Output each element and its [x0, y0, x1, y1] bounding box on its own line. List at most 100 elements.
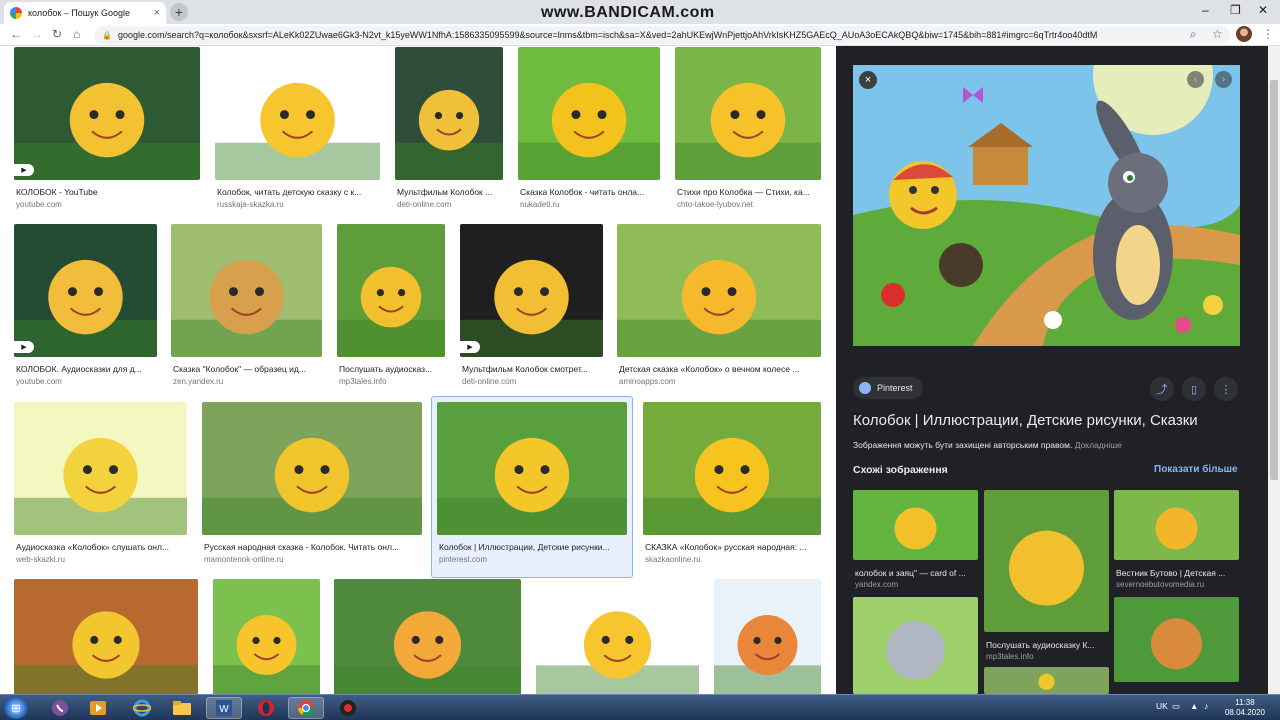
- related-image[interactable]: [1114, 597, 1239, 682]
- image-result[interactable]: Колобок | Иллюстрации, Детские рисунки..…: [431, 396, 633, 578]
- result-title[interactable]: КОЛОБОК. Аудиосказки для д...: [16, 364, 157, 374]
- related-image[interactable]: [1114, 490, 1239, 560]
- taskbar-bandicam[interactable]: [330, 697, 366, 719]
- result-thumbnail[interactable]: [536, 579, 699, 694]
- result-thumbnail[interactable]: [675, 47, 821, 180]
- next-image-icon[interactable]: ›: [1215, 71, 1232, 88]
- related-title[interactable]: Послушать аудиосказку К...: [986, 640, 1107, 650]
- result-title[interactable]: Стихи про Колобка — Стихи, ка...: [677, 187, 821, 197]
- result-thumbnail[interactable]: [14, 579, 198, 694]
- result-thumbnail[interactable]: [14, 224, 157, 357]
- forward-icon[interactable]: →: [31, 27, 43, 41]
- image-result[interactable]: [334, 579, 521, 694]
- previous-image-icon[interactable]: ‹: [1187, 71, 1204, 88]
- browser-tab[interactable]: колобок – Пошук Google ×: [4, 2, 166, 24]
- share-icon[interactable]: ⤴: [1150, 377, 1174, 401]
- learn-more-link[interactable]: Докладніше: [1075, 440, 1122, 450]
- taskbar-media-player[interactable]: [80, 697, 116, 719]
- reload-icon[interactable]: ↻: [52, 27, 62, 41]
- preview-image[interactable]: [853, 65, 1240, 346]
- image-result[interactable]: ▶ Мультфильм Колобок смотрет... deti-onlin…: [460, 224, 603, 393]
- result-thumbnail[interactable]: [643, 402, 821, 535]
- result-thumbnail[interactable]: [171, 224, 322, 357]
- home-icon[interactable]: ⌂: [73, 27, 80, 41]
- result-title[interactable]: Аудиосказка «Колобок» слушать онл...: [16, 542, 187, 552]
- result-title[interactable]: Русская народная сказка - Колобок. Читат…: [204, 542, 422, 552]
- avatar[interactable]: [1236, 26, 1252, 42]
- result-thumbnail[interactable]: [202, 402, 422, 535]
- image-result[interactable]: [536, 579, 699, 694]
- image-result[interactable]: СКАЗКА «Колобок» русская народная: ... sk…: [643, 402, 821, 571]
- taskbar-word[interactable]: W: [206, 697, 242, 719]
- scrollbar-thumb[interactable]: [1270, 80, 1278, 480]
- result-thumbnail[interactable]: [213, 579, 320, 694]
- result-title[interactable]: Послушать аудиосказ...: [339, 364, 445, 374]
- image-result[interactable]: Колобок, читать детскую сказку с к... rus…: [215, 47, 380, 216]
- result-title[interactable]: Мультфильм Колобок смотрет...: [462, 364, 603, 374]
- result-title[interactable]: Колобок, читать детскую сказку с к...: [217, 187, 380, 197]
- result-thumbnail[interactable]: [518, 47, 660, 180]
- related-image[interactable]: [853, 490, 978, 560]
- image-result[interactable]: [213, 579, 320, 694]
- language-indicator[interactable]: UK: [1156, 701, 1168, 711]
- network-icon[interactable]: ▭: [1172, 701, 1180, 712]
- source-chip[interactable]: Pinterest: [853, 377, 923, 399]
- image-result[interactable]: Сказка "Колобок" — образец ид... zen.yand…: [171, 224, 322, 393]
- result-thumbnail[interactable]: [334, 579, 521, 694]
- image-result[interactable]: Стихи про Колобка — Стихи, ка... chto-tak…: [675, 47, 821, 216]
- image-result[interactable]: Русская народная сказка - Колобок. Читат…: [202, 402, 422, 571]
- image-result[interactable]: Послушать аудиосказ... mp3tales.info: [337, 224, 445, 393]
- result-title[interactable]: Сказка "Колобок" — образец ид...: [173, 364, 322, 374]
- tray-expand-icon[interactable]: ▲: [1190, 701, 1198, 711]
- related-image[interactable]: [853, 597, 978, 694]
- taskbar-viber[interactable]: [42, 697, 78, 719]
- browser-menu-icon[interactable]: ⋮: [1262, 27, 1274, 41]
- taskbar-chrome[interactable]: [288, 697, 324, 719]
- result-thumbnail[interactable]: [437, 402, 627, 535]
- image-result[interactable]: [14, 579, 198, 694]
- result-title[interactable]: Детская сказка «Колобок» о вечном колесе…: [619, 364, 821, 374]
- bookmark-star-icon[interactable]: ☆: [1212, 27, 1223, 41]
- show-more-link[interactable]: Показати більше: [1154, 464, 1238, 475]
- window-close-icon[interactable]: ✕: [1258, 3, 1268, 17]
- result-thumbnail[interactable]: [460, 224, 603, 357]
- related-title[interactable]: колобок и заяц" — card of ...: [855, 568, 976, 578]
- maximize-icon[interactable]: ❐: [1230, 3, 1241, 17]
- taskbar-opera[interactable]: [248, 697, 284, 719]
- image-result[interactable]: Аудиосказка «Колобок» слушать онл... web-…: [14, 402, 187, 571]
- related-title[interactable]: Вестник Бутово | Детская ...: [1116, 568, 1237, 578]
- taskbar-explorer[interactable]: [164, 697, 200, 719]
- result-thumbnail[interactable]: [617, 224, 821, 357]
- result-thumbnail[interactable]: [14, 47, 200, 180]
- result-title[interactable]: КОЛОБОК - YouTube: [16, 187, 200, 197]
- page-scrollbar[interactable]: [1268, 46, 1280, 694]
- taskbar-ie[interactable]: [124, 697, 160, 719]
- new-tab-button[interactable]: +: [170, 3, 188, 21]
- zoom-icon[interactable]: ⌕: [1190, 27, 1197, 42]
- start-button[interactable]: ⊞: [4, 697, 28, 719]
- related-image[interactable]: [984, 667, 1109, 694]
- result-title[interactable]: Мультфильм Колобок ...: [397, 187, 503, 197]
- image-result[interactable]: Детская сказка «Колобок» о вечном колесе…: [617, 224, 821, 393]
- result-thumbnail[interactable]: [337, 224, 445, 357]
- result-thumbnail[interactable]: [14, 402, 187, 535]
- image-result[interactable]: ▶ КОЛОБОК. Аудиосказки для д... youtube.co…: [14, 224, 157, 393]
- volume-icon[interactable]: ♪: [1204, 701, 1208, 711]
- image-result[interactable]: ▶ КОЛОБОК - YouTube youtube.com: [14, 47, 200, 216]
- minimize-icon[interactable]: –: [1202, 3, 1209, 17]
- back-icon[interactable]: ←: [10, 27, 22, 41]
- clock[interactable]: 11:38 08.04.2020: [1220, 698, 1270, 718]
- address-bar[interactable]: 🔒 google.com/search?q=колобок&sxsrf=ALeK…: [94, 26, 1230, 44]
- preview-title[interactable]: Колобок | Иллюстрации, Детские рисунки, …: [853, 412, 1198, 429]
- tab-close-icon[interactable]: ×: [154, 7, 160, 19]
- result-thumbnail[interactable]: [395, 47, 503, 180]
- more-options-icon[interactable]: ⋮: [1214, 377, 1238, 401]
- close-preview-button[interactable]: ×: [859, 71, 877, 89]
- result-thumbnail[interactable]: [215, 47, 380, 180]
- result-title[interactable]: Колобок | Иллюстрации, Детские рисунки..…: [439, 542, 627, 552]
- related-image[interactable]: [984, 490, 1109, 632]
- result-title[interactable]: СКАЗКА «Колобок» русская народная: ...: [645, 542, 821, 552]
- image-result[interactable]: Мультфильм Колобок ... deti-online.com: [395, 47, 503, 216]
- result-title[interactable]: Сказка Колобок - читать онла...: [520, 187, 660, 197]
- image-result[interactable]: Сказка Колобок - читать онла... nukadeti.…: [518, 47, 660, 216]
